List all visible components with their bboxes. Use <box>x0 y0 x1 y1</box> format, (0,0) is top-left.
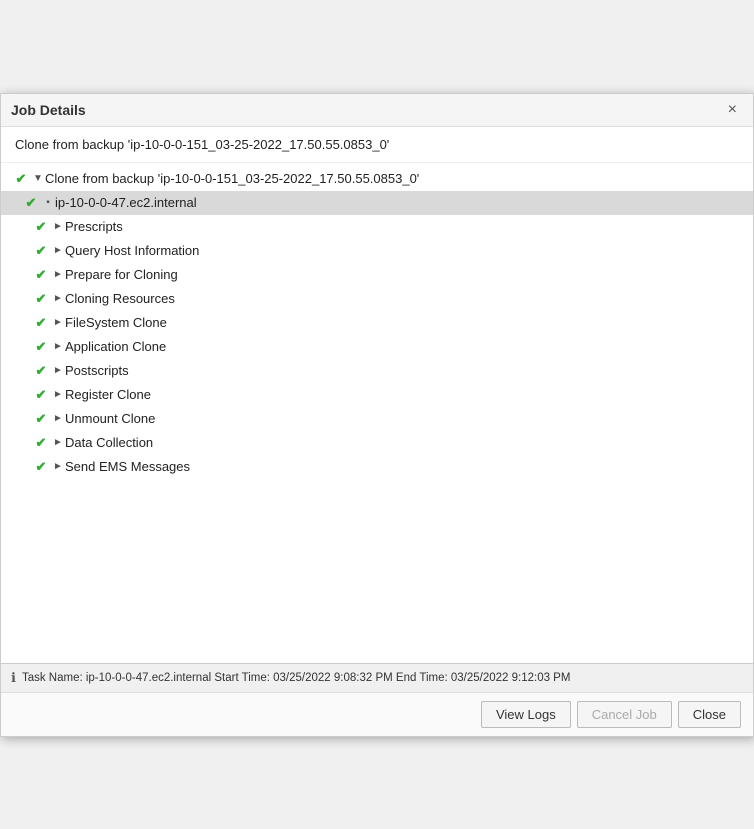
tree-sub-item[interactable]: ✔►Postscripts <box>1 359 753 383</box>
dialog-title: Job Details <box>11 102 86 118</box>
tree-host-item[interactable]: ✔ ▪ ip-10-0-0-47.ec2.internal <box>1 191 753 215</box>
sub-item-expand-icon[interactable]: ► <box>51 317 65 328</box>
status-bar: ℹ Task Name: ip-10-0-0-47.ec2.internal S… <box>1 663 753 692</box>
status-text: Task Name: ip-10-0-0-47.ec2.internal Sta… <box>22 672 570 684</box>
sub-item-check-icon: ✔ <box>31 291 51 307</box>
sub-item-label: Application Clone <box>65 339 166 354</box>
tree-sub-item[interactable]: ✔►Prescripts <box>1 215 753 239</box>
tree-sub-item[interactable]: ✔►Unmount Clone <box>1 407 753 431</box>
sub-item-check-icon: ✔ <box>31 459 51 475</box>
sub-item-expand-icon[interactable]: ► <box>51 269 65 280</box>
tree-sub-item[interactable]: ✔►FileSystem Clone <box>1 311 753 335</box>
tree-root-item[interactable]: ✔ ▼ Clone from backup 'ip-10-0-0-151_03-… <box>1 167 753 191</box>
sub-item-expand-icon[interactable]: ► <box>51 293 65 304</box>
sub-item-check-icon: ✔ <box>31 315 51 331</box>
sub-item-check-icon: ✔ <box>31 411 51 427</box>
sub-item-expand-icon[interactable]: ► <box>51 365 65 376</box>
sub-item-label: Postscripts <box>65 363 129 378</box>
dialog-body: ✔ ▼ Clone from backup 'ip-10-0-0-151_03-… <box>1 163 753 663</box>
sub-item-expand-icon[interactable]: ► <box>51 221 65 232</box>
cancel-job-button[interactable]: Cancel Job <box>577 701 672 728</box>
host-label: ip-10-0-0-47.ec2.internal <box>55 195 197 210</box>
sub-item-label: Query Host Information <box>65 243 199 258</box>
sub-item-check-icon: ✔ <box>31 267 51 283</box>
tree-sub-item[interactable]: ✔►Register Clone <box>1 383 753 407</box>
tree-sub-item[interactable]: ✔►Query Host Information <box>1 239 753 263</box>
sub-item-check-icon: ✔ <box>31 339 51 355</box>
sub-item-expand-icon[interactable]: ► <box>51 245 65 256</box>
sub-item-label: Prescripts <box>65 219 123 234</box>
close-button[interactable]: Close <box>678 701 741 728</box>
tree-sub-item[interactable]: ✔►Prepare for Cloning <box>1 263 753 287</box>
sub-item-label: Register Clone <box>65 387 151 402</box>
root-label: Clone from backup 'ip-10-0-0-151_03-25-2… <box>45 171 419 186</box>
job-tree: ✔ ▼ Clone from backup 'ip-10-0-0-151_03-… <box>1 163 753 483</box>
sub-item-check-icon: ✔ <box>31 363 51 379</box>
sub-item-label: Data Collection <box>65 435 153 450</box>
root-expand-icon[interactable]: ▼ <box>31 173 45 184</box>
sub-item-expand-icon[interactable]: ► <box>51 461 65 472</box>
sub-item-expand-icon[interactable]: ► <box>51 437 65 448</box>
tree-sub-items: ✔►Prescripts✔►Query Host Information✔►Pr… <box>1 215 753 479</box>
tree-sub-item[interactable]: ✔►Data Collection <box>1 431 753 455</box>
sub-item-expand-icon[interactable]: ► <box>51 413 65 424</box>
sub-item-label: Cloning Resources <box>65 291 175 306</box>
info-icon: ℹ <box>11 670 16 686</box>
sub-item-check-icon: ✔ <box>31 387 51 403</box>
sub-item-check-icon: ✔ <box>31 435 51 451</box>
host-expand-icon[interactable]: ▪ <box>41 197 55 208</box>
sub-item-label: Unmount Clone <box>65 411 155 426</box>
host-check-icon: ✔ <box>21 195 41 211</box>
view-logs-button[interactable]: View Logs <box>481 701 571 728</box>
sub-item-check-icon: ✔ <box>31 219 51 235</box>
root-check-icon: ✔ <box>11 171 31 187</box>
dialog-subtitle: Clone from backup 'ip-10-0-0-151_03-25-2… <box>1 127 753 163</box>
tree-sub-item[interactable]: ✔►Cloning Resources <box>1 287 753 311</box>
job-details-dialog: Job Details × Clone from backup 'ip-10-0… <box>0 93 754 737</box>
dialog-header: Job Details × <box>1 94 753 127</box>
sub-item-label: Send EMS Messages <box>65 459 190 474</box>
sub-item-expand-icon[interactable]: ► <box>51 389 65 400</box>
sub-item-check-icon: ✔ <box>31 243 51 259</box>
sub-item-expand-icon[interactable]: ► <box>51 341 65 352</box>
sub-item-label: FileSystem Clone <box>65 315 167 330</box>
tree-sub-item[interactable]: ✔►Application Clone <box>1 335 753 359</box>
tree-sub-item[interactable]: ✔►Send EMS Messages <box>1 455 753 479</box>
dialog-close-button[interactable]: × <box>724 102 741 118</box>
sub-item-label: Prepare for Cloning <box>65 267 178 282</box>
dialog-footer: View Logs Cancel Job Close <box>1 692 753 736</box>
